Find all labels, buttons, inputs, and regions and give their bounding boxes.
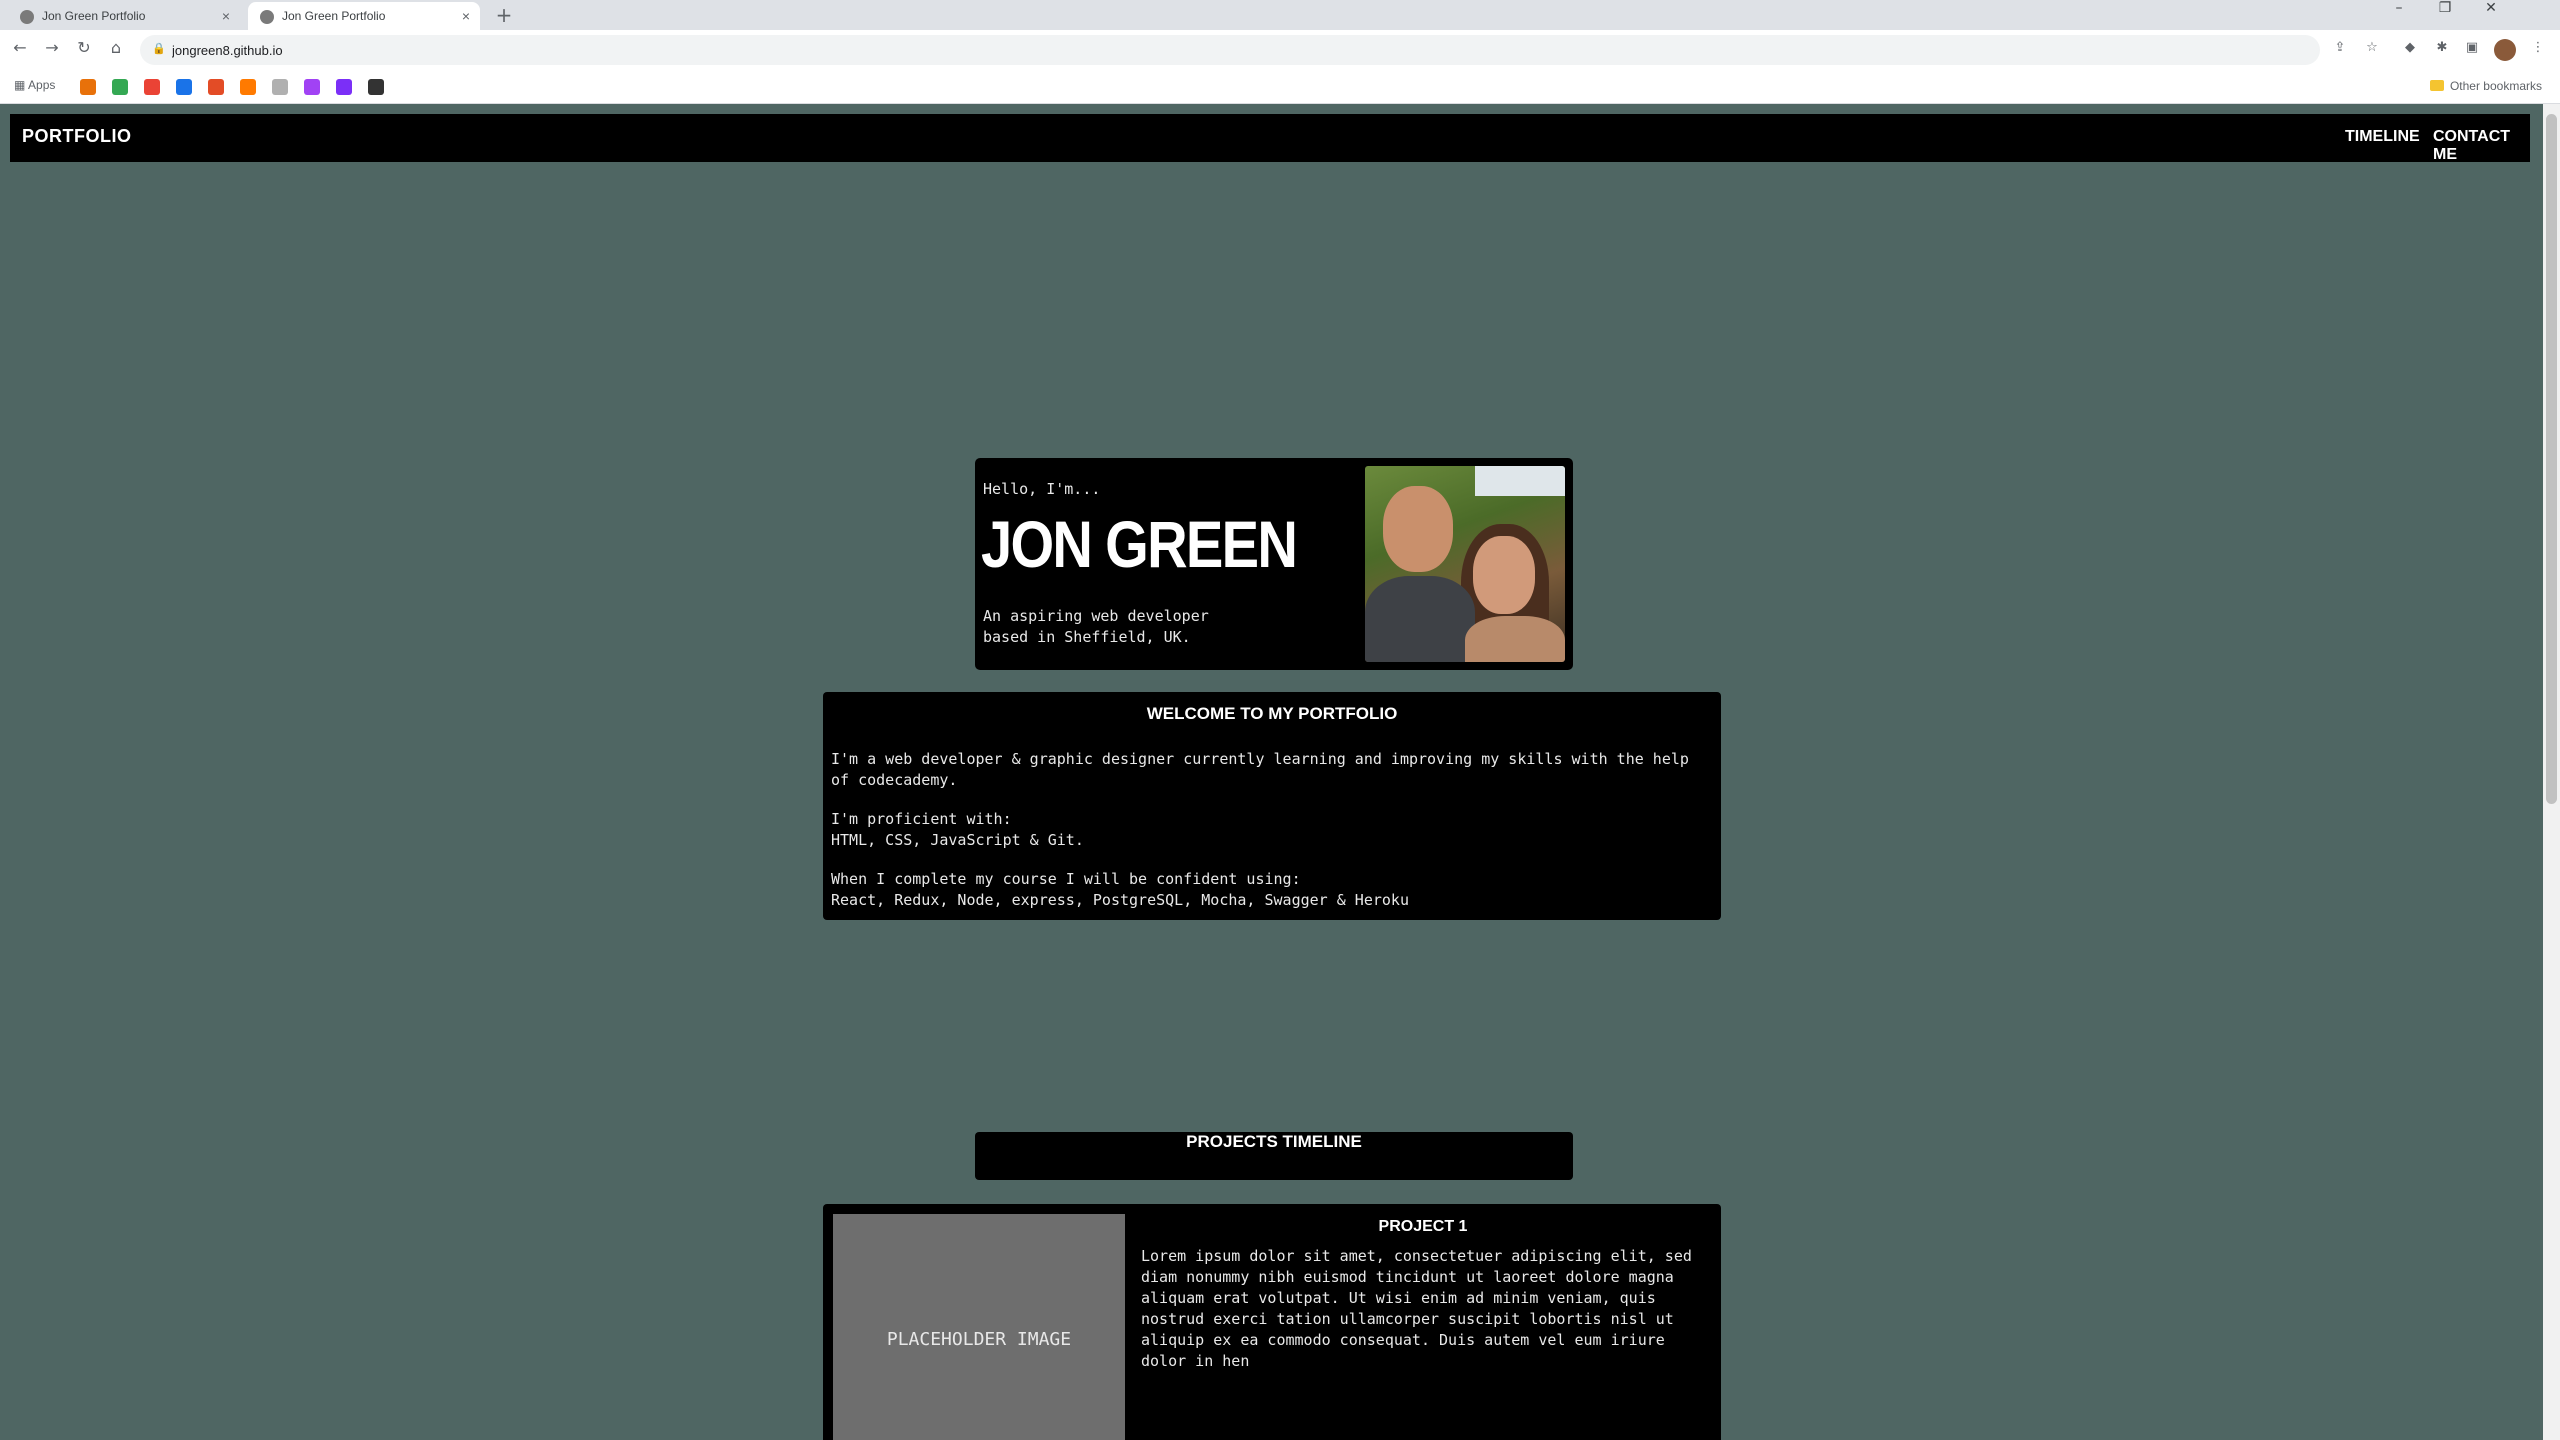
reload-icon[interactable]: ↻ xyxy=(72,38,96,62)
bookmark-icon[interactable] xyxy=(176,79,192,95)
bookmark-star-icon[interactable]: ☆ xyxy=(2362,40,2382,60)
about-section: WELCOME TO MY PORTFOLIO I'm a web develo… xyxy=(823,692,1721,920)
address-bar[interactable]: 🔒 xyxy=(140,35,2320,65)
about-heading: WELCOME TO MY PORTFOLIO xyxy=(1146,704,1398,723)
globe-icon xyxy=(260,10,274,24)
lock-icon: 🔒 xyxy=(152,42,166,55)
browser-tab-strip: Jon Green Portfolio × Jon Green Portfoli… xyxy=(0,0,2560,30)
page-scrollbar[interactable] xyxy=(2543,104,2560,1440)
bookmark-icon[interactable] xyxy=(304,79,320,95)
bookmarks-bar: ▦ Apps Other bookmarks xyxy=(0,70,2560,104)
project-card: PLACEHOLDER IMAGE PROJECT 1 Lorem ipsum … xyxy=(823,1204,1721,1440)
new-tab-button[interactable]: + xyxy=(492,4,516,28)
extension-icon[interactable]: ◆ xyxy=(2400,40,2420,60)
media-icon[interactable]: ▣ xyxy=(2462,40,2482,60)
hero-card: Hello, I'm... JON GREEN An aspiring web … xyxy=(975,458,1573,670)
bookmark-icon[interactable] xyxy=(112,79,128,95)
hero-name: JON GREEN xyxy=(981,507,1298,581)
project-image-placeholder: PLACEHOLDER IMAGE xyxy=(833,1214,1125,1440)
url-input[interactable] xyxy=(172,35,1972,65)
browser-toolbar: ← → ↻ ⌂ 🔒 ⇪ ☆ ◆ ✱ ▣ ⋮ xyxy=(0,30,2560,70)
about-intro: I'm a web developer & graphic designer c… xyxy=(831,750,1689,789)
profile-avatar[interactable] xyxy=(2494,39,2516,61)
tab-title: Jon Green Portfolio xyxy=(282,9,386,23)
browser-tab-active[interactable]: Jon Green Portfolio × xyxy=(248,2,480,30)
forward-icon[interactable]: → xyxy=(40,38,64,62)
bookmark-icon[interactable] xyxy=(144,79,160,95)
back-icon[interactable]: ← xyxy=(8,38,32,62)
close-tab-icon[interactable]: × xyxy=(462,2,470,30)
future-skills-block: When I complete my course I will be conf… xyxy=(831,870,1409,909)
extensions-puzzle-icon[interactable]: ✱ xyxy=(2432,40,2452,60)
scrollbar-thumb[interactable] xyxy=(2546,114,2557,804)
other-bookmarks[interactable]: Other bookmarks xyxy=(2429,79,2542,93)
site-navbar: PORTFOLIO TIMELINE CONTACT ME xyxy=(10,114,2530,164)
menu-kebab-icon[interactable]: ⋮ xyxy=(2528,40,2548,60)
minimize-icon[interactable]: – xyxy=(2376,0,2422,30)
close-tab-icon[interactable]: × xyxy=(222,2,230,30)
share-icon[interactable]: ⇪ xyxy=(2330,40,2350,60)
brand-link[interactable]: PORTFOLIO xyxy=(22,126,132,147)
nav-contact-link[interactable]: CONTACT ME xyxy=(2433,128,2530,164)
apps-shortcut[interactable]: ▦ Apps xyxy=(14,78,55,92)
hero-tagline: An aspiring web developer based in Sheff… xyxy=(983,607,1209,646)
bookmark-icon[interactable] xyxy=(208,79,224,95)
home-icon[interactable]: ⌂ xyxy=(104,38,128,62)
bookmark-icon[interactable] xyxy=(80,79,96,95)
hero-greeting: Hello, I'm... xyxy=(983,480,1101,498)
projects-timeline-header: PROJECTS TIMELINE xyxy=(975,1132,1573,1180)
bookmark-icon[interactable] xyxy=(240,79,256,95)
tab-title: Jon Green Portfolio xyxy=(42,9,146,23)
bookmark-icon[interactable] xyxy=(336,79,352,95)
nav-timeline-link[interactable]: TIMELINE xyxy=(2345,128,2420,146)
project-description: Lorem ipsum dolor sit amet, consectetuer… xyxy=(1141,1247,1692,1370)
globe-icon xyxy=(20,10,34,24)
project-title: PROJECT 1 xyxy=(1378,1218,1468,1235)
timeline-heading: PROJECTS TIMELINE xyxy=(1186,1132,1362,1151)
browser-tab[interactable]: Jon Green Portfolio × xyxy=(8,2,240,30)
restore-icon[interactable]: ❐ xyxy=(2422,0,2468,30)
profile-photo xyxy=(1365,466,1565,662)
window-close-icon[interactable]: ✕ xyxy=(2468,0,2514,30)
github-icon[interactable] xyxy=(368,79,384,95)
folder-icon xyxy=(2429,80,2444,91)
bookmark-icon[interactable] xyxy=(272,79,288,95)
proficient-block: I'm proficient with: HTML, CSS, JavaScrip… xyxy=(831,810,1084,849)
